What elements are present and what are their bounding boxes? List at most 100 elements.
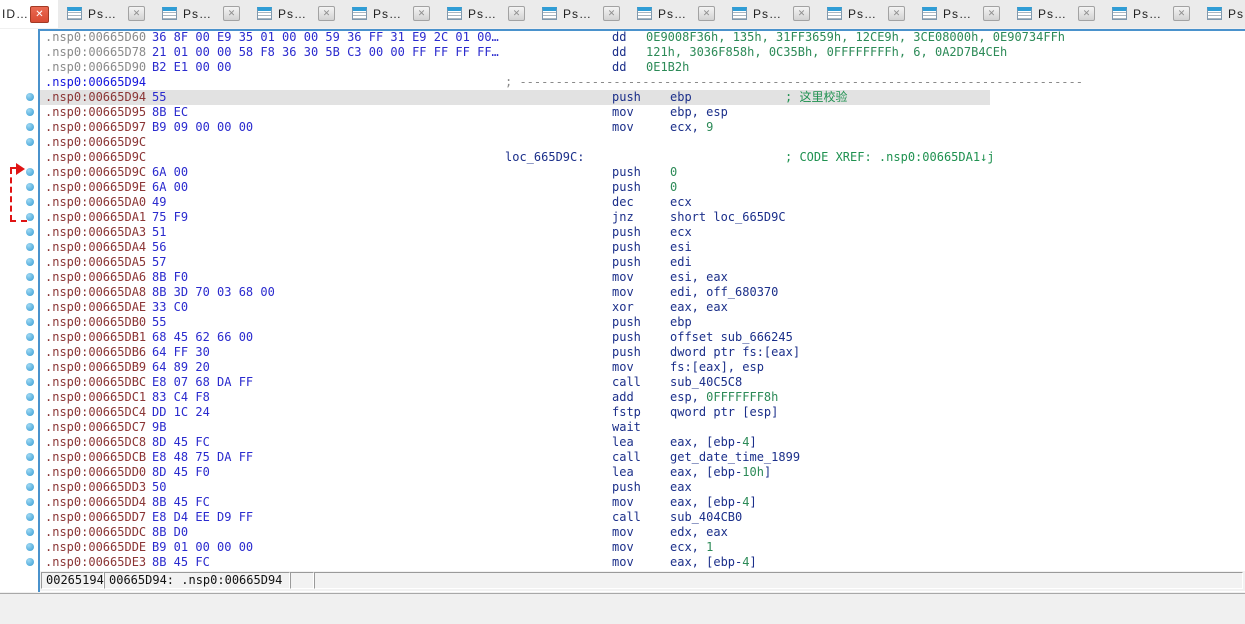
asm-row[interactable]: .nsp0:00665DC1 83 C4 F8 add esp, 0FFFFFFF8h <box>0 390 1245 405</box>
asm-row[interactable]: .nsp0:00665DA8 8B 3D 70 03 68 00 mov edi, o… <box>0 285 1245 300</box>
asm-row[interactable]: .nsp0:00665D97 B9 09 00 00 00 mov ecx, 9 <box>0 120 1245 135</box>
operands: 0E9008F36h, 135h, 31FF3659h, 12CE9h, 3CE… <box>646 30 1066 44</box>
address: .nsp0:00665DD3 <box>45 480 147 494</box>
tab[interactable]: Ps… ✕ <box>1103 0 1199 28</box>
list-window-icon <box>67 7 82 20</box>
tab[interactable]: Ps…✕ <box>248 0 344 28</box>
asm-row[interactable]: .nsp0:00665D94 ; ------------------------… <box>0 75 1245 90</box>
tab[interactable]: Ps…✕ <box>533 0 629 28</box>
byte-codes: 68 45 62 66 00 <box>152 330 254 344</box>
mnemonic: call <box>612 510 641 524</box>
address: .nsp0:00665DDC <box>45 525 147 539</box>
operands: eax, [ebp-4] <box>670 555 757 569</box>
asm-row[interactable]: .nsp0:00665DA6 8B F0 mov esi, eax <box>0 270 1245 285</box>
address: .nsp0:00665DD7 <box>45 510 147 524</box>
asm-row[interactable]: .nsp0:00665DA3 51 push ecx <box>0 225 1245 240</box>
close-icon[interactable]: ✕ <box>793 6 810 21</box>
close-icon[interactable]: ✕ <box>983 6 1000 21</box>
tab-active[interactable]: ID… ✕ <box>0 0 59 28</box>
mnemonic: mov <box>612 120 634 134</box>
tab-label: Ps… <box>373 7 403 21</box>
ida-window: ID… ✕ Ps… ✕ Ps… ✕ Ps… ✕ Ps… ✕ Ps… ✕ Ps… ✕ Ps… ✕ Ps… ✕ Ps… ✕… <box>0 0 1245 624</box>
close-icon[interactable]: ✕ <box>1078 6 1095 21</box>
operands: edi, off_680370 <box>670 285 779 299</box>
byte-codes: 75 F9 <box>152 210 189 224</box>
tab[interactable]: Ps…✕ <box>1008 0 1104 28</box>
asm-row[interactable]: .nsp0:00665D60 36 8F 00 E9 35 01 00 00 59… <box>0 30 1245 45</box>
asm-row[interactable]: .nsp0:00665DDE B9 01 00 00 00 mov ecx, 1 <box>0 540 1245 555</box>
mnemonic: mov <box>612 525 634 539</box>
close-icon[interactable]: ✕ <box>128 6 145 21</box>
close-icon[interactable]: ✕ <box>508 6 525 21</box>
tab-label: Ps… <box>753 7 783 21</box>
tab[interactable]: Ps…✕ <box>818 0 914 28</box>
asm-row[interactable]: .nsp0:00665DB6 64 FF 30 push dword ptr fs:[… <box>0 345 1245 360</box>
address: .nsp0:00665DA0 <box>45 195 147 209</box>
asm-row[interactable]: .nsp0:00665D9C <box>0 135 1245 150</box>
asm-row[interactable]: .nsp0:00665D9C loc_665D9C: ; CODE XREF: .n… <box>0 150 1245 165</box>
close-icon[interactable]: ✕ <box>698 6 715 21</box>
tab[interactable]: Ps…✕ <box>438 0 534 28</box>
asm-row[interactable]: .nsp0:00665DA5 57 push edi <box>0 255 1245 270</box>
mnemonic: mov <box>612 105 634 119</box>
asm-row[interactable]: .nsp0:00665DAE 33 C0 xor eax, eax <box>0 300 1245 315</box>
asm-row[interactable]: .nsp0:00665DD0 8D 45 F0 lea eax, [ebp-10h] <box>0 465 1245 480</box>
asm-row[interactable]: .nsp0:00665D9C 6A 00 push 0 <box>0 165 1245 180</box>
byte-codes: DD 1C 24 <box>152 405 210 419</box>
asm-row[interactable]: .nsp0:00665DCB E8 48 75 DA FF call get_date… <box>0 450 1245 465</box>
close-icon[interactable]: ✕ <box>223 6 240 21</box>
asm-row[interactable]: .nsp0:00665DD7 E8 D4 EE D9 FF call sub_404C… <box>0 510 1245 525</box>
asm-row[interactable]: .nsp0:00665DBC E8 07 68 DA FF call sub_40C5… <box>0 375 1245 390</box>
close-icon[interactable]: ✕ <box>603 6 620 21</box>
mnemonic: dd <box>612 30 627 44</box>
asm-row[interactable]: .nsp0:00665D95 8B EC mov ebp, esp <box>0 105 1245 120</box>
close-icon[interactable]: ✕ <box>318 6 335 21</box>
asm-row[interactable]: .nsp0:00665DD4 8B 45 FC mov eax, [ebp-4] <box>0 495 1245 510</box>
byte-codes: 6A 00 <box>152 180 189 194</box>
tab-label: ID… <box>2 7 29 21</box>
asm-row[interactable]: .nsp0:00665D90 B2 E1 00 00 dd 0E1B2h <box>0 60 1245 75</box>
asm-row[interactable]: .nsp0:00665DB0 55 push ebp <box>0 315 1245 330</box>
tab[interactable]: Ps…✕ <box>58 0 154 28</box>
close-icon[interactable]: ✕ <box>413 6 430 21</box>
asm-row[interactable]: .nsp0:00665D78 21 01 00 00 58 F8 36 30 5B… <box>0 45 1245 60</box>
asm-row[interactable]: .nsp0:00665DD3 50 push eax <box>0 480 1245 495</box>
close-icon[interactable]: ✕ <box>888 6 905 21</box>
status-cell-offset: 00265194 <box>41 572 104 589</box>
asm-row[interactable]: .nsp0:00665DC7 9B wait <box>0 420 1245 435</box>
asm-row[interactable]: .nsp0:00665DB1 68 45 62 66 00 push offset s… <box>0 330 1245 345</box>
address: .nsp0:00665DD0 <box>45 465 147 479</box>
address: .nsp0:00665DA3 <box>45 225 147 239</box>
mnemonic: add <box>612 390 634 404</box>
byte-codes: 55 <box>152 90 167 104</box>
mnemonic: push <box>612 240 641 254</box>
mnemonic: push <box>612 225 641 239</box>
asm-row[interactable]: .nsp0:00665DA4 56 push esi <box>0 240 1245 255</box>
tab[interactable]: Ps…✕ <box>913 0 1009 28</box>
status-cell-address: 00665D94: .nsp0:00665D94 <box>104 572 290 589</box>
tab-label: Ps… <box>1133 7 1163 21</box>
close-icon[interactable]: ✕ <box>30 6 49 23</box>
byte-codes: 8D 45 FC <box>152 435 210 449</box>
mnemonic: push <box>612 90 641 104</box>
asm-row[interactable]: .nsp0:00665DE3 8B 45 FC mov eax, [ebp-4] <box>0 555 1245 570</box>
operands: edx, eax <box>670 525 728 539</box>
list-window-icon <box>1017 7 1032 20</box>
mnemonic: push <box>612 255 641 269</box>
asm-row[interactable]: .nsp0:00665DDC 8B D0 mov edx, eax <box>0 525 1245 540</box>
asm-row[interactable]: .nsp0:00665DA0 49 dec ecx <box>0 195 1245 210</box>
tab[interactable]: Ps…✕ <box>628 0 724 28</box>
address: .nsp0:00665DBC <box>45 375 147 389</box>
close-icon[interactable]: ✕ <box>1173 6 1190 21</box>
asm-row[interactable]: .nsp0:00665D9E 6A 00 push 0 <box>0 180 1245 195</box>
asm-row[interactable]: .nsp0:00665DC8 8D 45 FC lea eax, [ebp-4] <box>0 435 1245 450</box>
tab[interactable]: Ps… ✕ <box>343 0 439 28</box>
tab[interactable]: Ps… ✕ <box>723 0 819 28</box>
asm-row[interactable]: .nsp0:00665DC4 DD 1C 24 fstp qword ptr [esp… <box>0 405 1245 420</box>
tab[interactable]: Ps…✕ <box>153 0 249 28</box>
asm-row[interactable]: .nsp0:00665DB9 64 89 20 mov fs:[eax], esp <box>0 360 1245 375</box>
asm-row[interactable]: .nsp0:00665DA1 75 F9 jnz short loc_665D9C <box>0 210 1245 225</box>
tab[interactable]: Ps…✕ <box>1198 0 1245 28</box>
asm-row[interactable]: .nsp0:00665D94 55 push ebp ; 这里校验 <box>0 90 1245 105</box>
mnemonic: push <box>612 180 641 194</box>
